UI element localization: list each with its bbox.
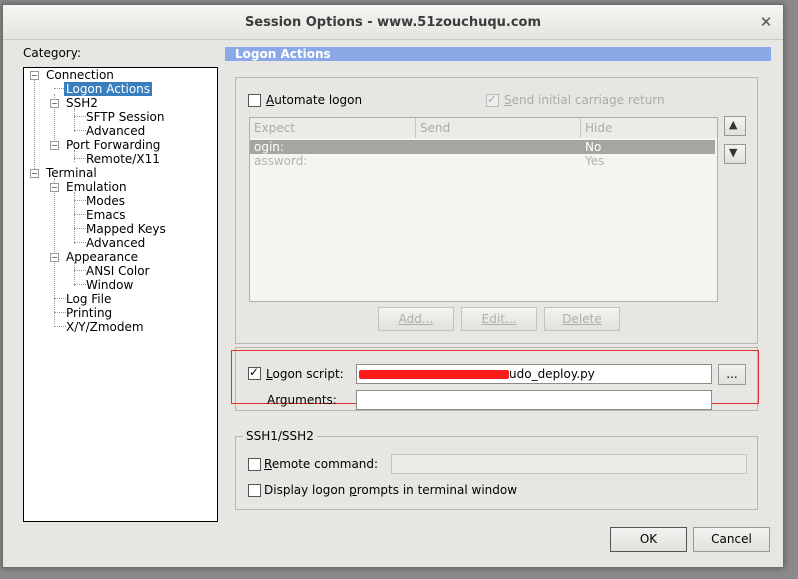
- remote-command-label: Remote command:: [264, 457, 379, 471]
- category-tree[interactable]: − − − − − − Connection Logon Actions SSH…: [23, 67, 218, 522]
- tree-item-printing[interactable]: Printing: [66, 306, 112, 320]
- cancel-button[interactable]: Cancel: [693, 527, 770, 552]
- tree-item-emacs[interactable]: Emacs: [86, 208, 125, 222]
- browse-button[interactable]: ...: [718, 364, 746, 385]
- expect-send-table[interactable]: Expect Send Hide ogin: No assword: Yes: [249, 117, 718, 302]
- expander-port-forwarding-icon[interactable]: −: [50, 141, 59, 150]
- expander-appearance-icon[interactable]: −: [50, 253, 59, 262]
- automate-logon-checkbox[interactable]: [248, 94, 261, 107]
- close-icon[interactable]: ✕: [757, 13, 775, 31]
- tree-item-terminal[interactable]: Terminal: [46, 166, 97, 180]
- tree-item-appearance[interactable]: Appearance: [66, 250, 138, 264]
- triangle-up-icon: ▲: [729, 118, 738, 131]
- cell-expect: assword:: [254, 154, 308, 168]
- arguments-input[interactable]: [356, 390, 712, 410]
- display-prompts-checkbox[interactable]: [248, 484, 261, 497]
- remote-command-checkbox[interactable]: [248, 458, 261, 471]
- tree-item-advanced-ssh2[interactable]: Advanced: [86, 124, 145, 138]
- column-header-expect[interactable]: Expect: [250, 118, 416, 138]
- ok-button[interactable]: OK: [610, 527, 687, 552]
- tree-item-advanced-emulation[interactable]: Advanced: [86, 236, 145, 250]
- tree-item-remote-x11[interactable]: Remote/X11: [86, 152, 160, 166]
- tree-item-window[interactable]: Window: [86, 278, 133, 292]
- category-label: Category:: [23, 46, 81, 60]
- expander-emulation-icon[interactable]: −: [50, 183, 59, 192]
- table-row[interactable]: ogin: No: [250, 140, 715, 154]
- table-row[interactable]: assword: Yes: [250, 154, 715, 168]
- send-cr-checkbox[interactable]: ✓: [486, 92, 499, 107]
- panel-header: Logon Actions: [225, 47, 771, 61]
- move-down-button[interactable]: ▼: [724, 144, 746, 164]
- tree-item-emulation[interactable]: Emulation: [66, 180, 127, 194]
- move-up-button[interactable]: ▲: [724, 116, 746, 136]
- logon-script-input[interactable]: udo_deploy.py: [356, 364, 712, 384]
- redaction-mark: [359, 370, 509, 379]
- tree-item-mapped-keys[interactable]: Mapped Keys: [86, 222, 166, 236]
- logon-script-checkbox[interactable]: ✓: [248, 365, 261, 380]
- remote-command-input[interactable]: [391, 454, 747, 474]
- expander-terminal-icon[interactable]: −: [30, 169, 39, 178]
- session-options-dialog: Session Options - www.51zouchuqu.com ✕ C…: [2, 4, 784, 568]
- logon-script-label: Logon script:: [266, 367, 344, 381]
- send-cr-label: Send initial carriage return: [504, 93, 665, 107]
- triangle-down-icon: ▼: [729, 146, 738, 159]
- tree-item-port-forwarding[interactable]: Port Forwarding: [66, 138, 160, 152]
- column-header-hide[interactable]: Hide: [581, 118, 717, 138]
- tree-item-ansi-color[interactable]: ANSI Color: [86, 264, 150, 278]
- tree-item-connection[interactable]: Connection: [46, 68, 114, 82]
- tree-item-ssh2[interactable]: SSH2: [66, 96, 98, 110]
- tree-item-modes[interactable]: Modes: [86, 194, 125, 208]
- ssh1-ssh2-group-label: SSH1/SSH2: [243, 429, 317, 443]
- expander-ssh2-icon[interactable]: −: [50, 99, 59, 108]
- tree-item-sftp-session[interactable]: SFTP Session: [86, 110, 164, 124]
- edit-button[interactable]: Edit...: [461, 307, 537, 331]
- tree-item-logon-actions[interactable]: Logon Actions: [64, 82, 153, 96]
- cell-hide: Yes: [585, 154, 605, 168]
- column-header-send[interactable]: Send: [416, 118, 581, 138]
- tree-item-xyzmodem[interactable]: X/Y/Zmodem: [66, 320, 144, 334]
- tree-item-log-file[interactable]: Log File: [66, 292, 111, 306]
- add-button[interactable]: Add...: [378, 307, 454, 331]
- arguments-label: Arguments:: [267, 393, 337, 407]
- cell-hide: No: [585, 140, 602, 154]
- display-prompts-label: Display logon prompts in terminal window: [264, 483, 518, 497]
- delete-button[interactable]: Delete: [544, 307, 620, 331]
- cell-expect: ogin:: [254, 140, 284, 154]
- title-bar[interactable]: Session Options - www.51zouchuqu.com ✕: [3, 5, 783, 40]
- automate-logon-label: Automate logon: [266, 93, 363, 107]
- expander-connection-icon[interactable]: −: [30, 71, 39, 80]
- window-title: Session Options - www.51zouchuqu.com: [244, 15, 542, 30]
